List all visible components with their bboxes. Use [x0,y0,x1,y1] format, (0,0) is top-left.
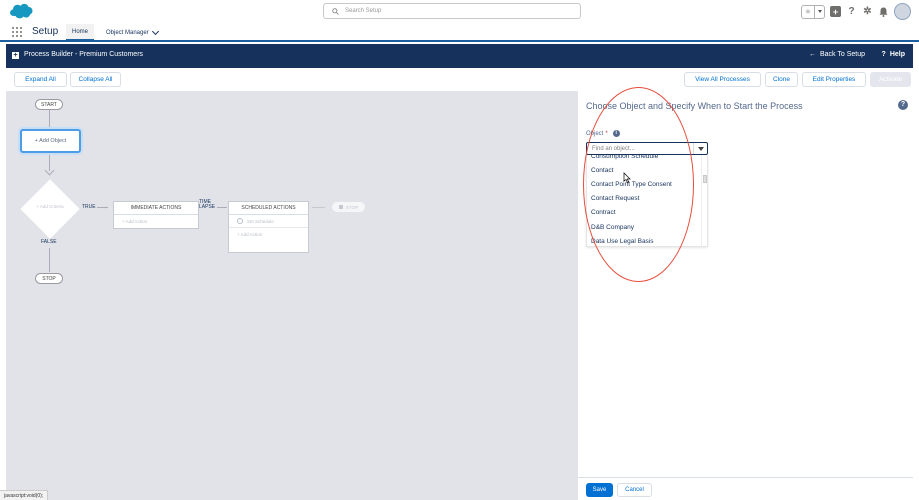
tab-object-manager-label: Object Manager [106,29,149,36]
global-header: Search Setup ★ + ? ✲ [0,0,919,23]
back-to-setup-link[interactable]: ← Back To Setup [809,51,865,58]
favorites-group: ★ [801,4,825,19]
search-icon [332,7,339,15]
true-label: TRUE [82,204,96,210]
arrow-right-icon: › [105,205,107,211]
arrow-left-icon: ← [808,51,816,58]
clock-icon [237,218,243,224]
tab-home[interactable]: Home [66,24,95,41]
connector-line [49,110,50,129]
app-name: Setup [32,26,59,37]
chevron-down-icon[interactable] [151,27,159,35]
add-object-node[interactable]: + Add Object [20,129,81,153]
help-label: Help [889,51,905,58]
stop-node: STOP [35,273,63,284]
browser-status-bar: javascript:void(0); [0,490,49,500]
process-builder-icon: + [12,52,19,59]
builder-toolbar: Expand All Collapse All View All Process… [6,68,913,91]
scheduled-add-action[interactable]: + Add Action [229,228,308,241]
user-avatar[interactable] [894,3,911,20]
process-builder-bar: + Process Builder - Premium Customers ← … [6,44,913,68]
connector-line [312,207,325,208]
back-to-setup-label: Back To Setup [819,51,865,58]
collapse-all-button[interactable]: Collapse All [70,72,121,87]
connector-line [217,207,227,208]
immediate-add-action[interactable]: + Add Action [114,215,198,228]
properties-panel: Choose Object and Specify When to Start … [578,87,913,500]
search-placeholder: Search Setup [345,8,382,14]
arrow-down-icon [44,165,55,176]
app-launcher-icon[interactable] [12,27,22,37]
tab-object-manager[interactable]: Object Manager [100,24,164,41]
scheduled-actions-header: SCHEDULED ACTIONS [229,202,308,215]
immediate-actions-card: IMMEDIATE ACTIONS + Add Action [113,201,199,229]
activate-button: Activate [870,72,911,87]
add-criteria-label[interactable]: + Add Criteria [20,204,80,209]
expand-all-button[interactable]: Expand All [14,72,67,87]
scheduled-actions-card: SCHEDULED ACTIONS Set Schedule + Add Act… [228,201,309,253]
help-icon[interactable]: ? [846,6,857,17]
favorites-list-icon[interactable] [815,4,825,19]
edit-properties-button[interactable]: Edit Properties [802,72,866,87]
stop-square-icon [338,205,343,209]
stop-node-inactive: STOP [332,202,365,212]
help-question-icon: ? [881,51,886,58]
panel-footer: Save Cancel [578,477,913,500]
scrollbar-thumb[interactable] [703,175,707,183]
header-utility-icons: ★ + ? ✲ [801,3,911,20]
false-label: FALSE [41,239,57,245]
set-schedule-row[interactable]: Set Schedule [229,215,308,228]
stop-inactive-label: STOP [345,204,359,210]
setup-nav: Setup Home Object Manager [0,23,919,42]
time-lapse-label: TIME LAPSE [199,199,216,210]
favorites-icon[interactable]: ★ [801,4,815,19]
clone-button[interactable]: Clone [765,72,798,87]
annotation-ellipse [583,87,694,282]
process-canvas: START + Add Object + Add Criteria TRUE ›… [6,91,578,500]
dropdown-scrollbar[interactable] [701,155,707,246]
immediate-actions-header: IMMEDIATE ACTIONS [114,202,198,215]
help-circle-icon[interactable]: ? [898,100,908,110]
view-all-processes-button[interactable]: View All Processes [684,72,761,87]
setup-search-input[interactable]: Search Setup [323,3,581,19]
dropdown-caret-icon[interactable] [693,143,707,154]
save-button[interactable]: Save [586,483,613,497]
set-schedule-label: Set Schedule [247,218,274,224]
process-title: Process Builder - Premium Customers [24,51,144,58]
add-icon[interactable]: + [830,6,841,17]
start-node: START [35,99,63,110]
setup-gear-icon[interactable]: ✲ [862,6,873,17]
connector-line [49,248,50,272]
salesforce-cloud-logo[interactable] [8,2,34,20]
notifications-bell-icon[interactable] [878,6,889,17]
criteria-diamond[interactable] [20,179,80,239]
cancel-button[interactable]: Cancel [617,483,652,497]
help-link[interactable]: ? Help [882,51,905,58]
